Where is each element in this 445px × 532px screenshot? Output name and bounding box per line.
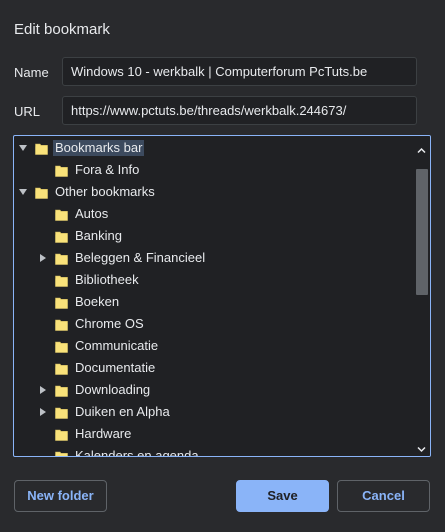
- name-label: Name: [14, 65, 49, 80]
- tree-row[interactable]: Kalenders en agenda: [14, 445, 412, 456]
- folder-icon: [55, 428, 68, 441]
- folder-icon: [55, 362, 68, 375]
- folder-icon: [55, 406, 68, 419]
- folder-icon: [35, 142, 48, 155]
- tree-row-label: Bibliotheek: [75, 272, 139, 287]
- scroll-up-icon[interactable]: [417, 142, 426, 154]
- folder-icon: [55, 384, 68, 397]
- dialog-title: Edit bookmark: [14, 21, 110, 38]
- tree-row[interactable]: Hardware: [14, 423, 412, 445]
- tree-scrollbar[interactable]: [413, 136, 430, 456]
- tree-row[interactable]: Duiken en Alpha: [14, 401, 412, 423]
- folder-icon: [55, 296, 68, 309]
- folder-icon: [35, 186, 48, 199]
- scrollbar-thumb[interactable]: [416, 169, 428, 295]
- tree-row[interactable]: Bibliotheek: [14, 269, 412, 291]
- chevron-right-icon[interactable]: [40, 254, 46, 262]
- tree-row[interactable]: Beleggen & Financieel: [14, 247, 412, 269]
- folder-icon: [55, 230, 68, 243]
- tree-row[interactable]: Fora & Info: [14, 159, 412, 181]
- folder-icon: [55, 340, 68, 353]
- save-button[interactable]: Save: [236, 480, 329, 512]
- tree-row-label: Downloading: [75, 382, 151, 397]
- tree-row-label: Communicatie: [75, 338, 159, 353]
- tree-row[interactable]: Autos: [14, 203, 412, 225]
- tree-row-label: Boeken: [75, 294, 120, 309]
- url-label: URL: [14, 104, 41, 119]
- tree-row[interactable]: Bookmarks bar: [14, 137, 412, 159]
- folder-icon: [55, 252, 68, 265]
- folder-icon: [55, 274, 68, 287]
- tree-row-label: Banking: [75, 228, 122, 243]
- folder-icon: [55, 164, 68, 177]
- cancel-button[interactable]: Cancel: [337, 480, 430, 512]
- folder-icon: [55, 318, 68, 331]
- tree-row-label: Fora & Info: [75, 162, 140, 177]
- tree-row-label: Duiken en Alpha: [75, 404, 170, 419]
- folder-icon: [55, 208, 68, 221]
- tree-row[interactable]: Boeken: [14, 291, 412, 313]
- folder-icon: [55, 450, 68, 456]
- tree-row[interactable]: Communicatie: [14, 335, 412, 357]
- tree-row[interactable]: Other bookmarks: [14, 181, 412, 203]
- tree-row-label: Hardware: [75, 426, 132, 441]
- bookmark-folder-tree[interactable]: Bookmarks bar Fora & Info Other bookmarks A…: [13, 135, 431, 457]
- chevron-down-icon[interactable]: [19, 145, 27, 151]
- url-field[interactable]: https://www.pctuts.be/threads/werkbalk.2…: [62, 96, 417, 125]
- tree-row[interactable]: Banking: [14, 225, 412, 247]
- tree-row-label: Other bookmarks: [55, 184, 155, 199]
- chevron-right-icon[interactable]: [40, 386, 46, 394]
- tree-row-label: Bookmarks bar: [53, 140, 145, 156]
- tree-row-label: Beleggen & Financieel: [75, 250, 206, 265]
- chevron-down-icon[interactable]: [19, 189, 27, 195]
- new-folder-button[interactable]: New folder: [14, 480, 107, 512]
- tree-row[interactable]: Documentatie: [14, 357, 412, 379]
- folder-tree-rows: Bookmarks bar Fora & Info Other bookmarks A…: [14, 136, 412, 456]
- tree-row-label: Kalenders en agenda: [75, 448, 199, 456]
- tree-row[interactable]: Downloading: [14, 379, 412, 401]
- chevron-right-icon[interactable]: [40, 408, 46, 416]
- tree-row-label: Documentatie: [75, 360, 156, 375]
- tree-row[interactable]: Chrome OS: [14, 313, 412, 335]
- tree-row-label: Autos: [75, 206, 109, 221]
- name-field[interactable]: Windows 10 - werkbalk | Computerforum Pc…: [62, 57, 417, 86]
- scroll-down-icon[interactable]: [417, 441, 426, 453]
- tree-row-label: Chrome OS: [75, 316, 144, 331]
